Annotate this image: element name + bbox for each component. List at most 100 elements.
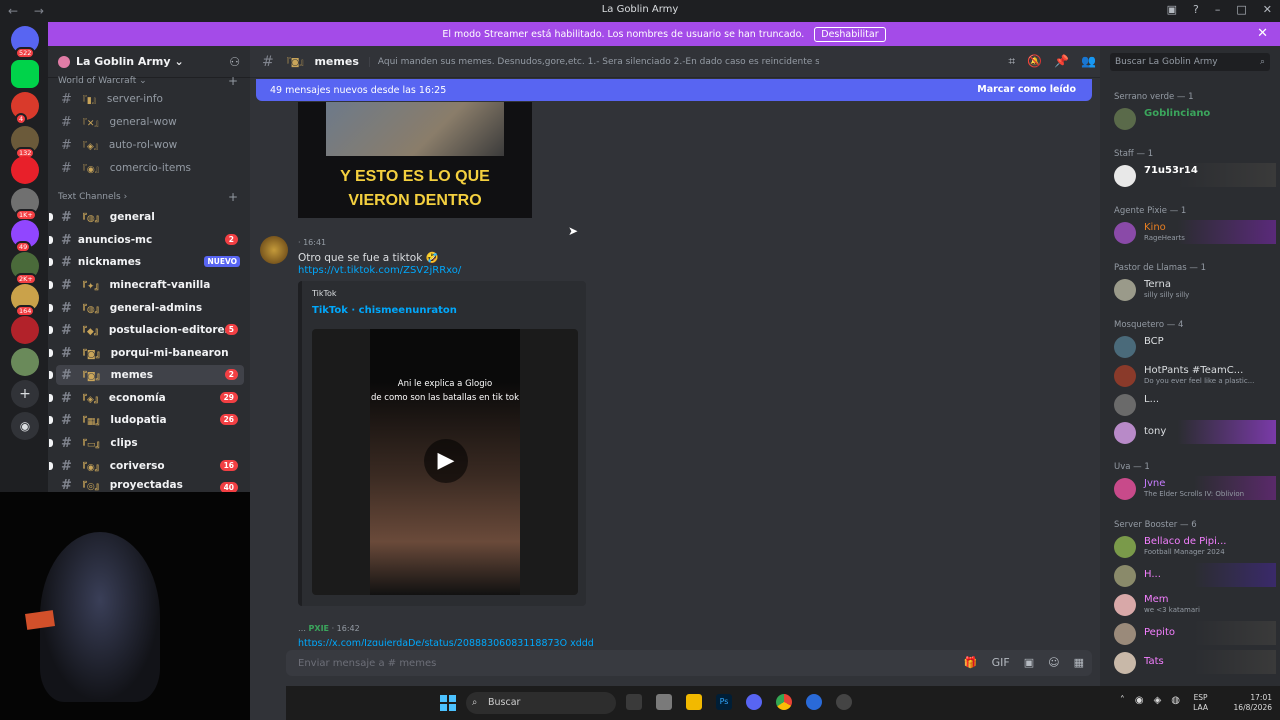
channel-item[interactable]: # 『◈』 auto-rol-wow	[56, 135, 244, 155]
embed-video[interactable]: Ani le explica a Glogio de como son las …	[312, 329, 578, 595]
language-indicator[interactable]: ESP LAA	[1193, 693, 1208, 713]
new-messages-bar[interactable]: 49 mensajes nuevos desde las 16:25 Marca…	[256, 79, 1092, 101]
server-icon[interactable]: 1K+	[11, 188, 39, 221]
tray-app-icon[interactable]: ◉	[1135, 695, 1144, 706]
apps-icon[interactable]: ▦	[1074, 656, 1084, 669]
member-item[interactable]: tony	[1112, 420, 1276, 444]
pin-icon[interactable]: 📌	[1054, 54, 1069, 69]
server-icon[interactable]: 164	[11, 284, 39, 317]
start-button[interactable]	[440, 695, 456, 711]
tray-app-icon[interactable]: ◈	[1154, 695, 1162, 706]
member-item[interactable]: L...	[1112, 392, 1276, 416]
message-link[interactable]: https://vt.tiktok.com/ZSV2jRRxo/	[298, 265, 461, 276]
member-item[interactable]: HotPants #TeamC... Do you ever feel like …	[1112, 363, 1276, 387]
channel-item[interactable]: # 『◍』 general	[49, 207, 244, 227]
chrome-icon[interactable]	[776, 694, 792, 710]
add-channel-icon[interactable]: +	[228, 190, 238, 204]
image-attachment[interactable]: Y ESTO ES LO QUE VIERON DENTRO	[298, 102, 532, 218]
add-channel-icon[interactable]: +	[228, 74, 238, 88]
member-item[interactable]: Goblinciano	[1112, 106, 1276, 130]
channel-item[interactable]: # 『▮』 server-info	[56, 89, 244, 109]
discover-icon[interactable]: ◉	[11, 412, 39, 440]
server-icon[interactable]: 49	[11, 220, 39, 253]
channel-item-active[interactable]: # 『◙』 memes 2	[49, 365, 244, 385]
member-item[interactable]: Kino RageHearts	[1112, 220, 1276, 244]
server-icon[interactable]	[11, 60, 39, 88]
member-item[interactable]: 71u53r14	[1112, 163, 1276, 187]
taskview-icon[interactable]	[626, 694, 642, 710]
channel-item[interactable]: # 『▭』 clips	[49, 433, 244, 453]
server-icon[interactable]	[11, 316, 39, 344]
category-text-channels[interactable]: Text Channels › +	[58, 190, 238, 204]
search-input[interactable]: Buscar La Goblin Army ⌕	[1110, 53, 1270, 71]
server-icon[interactable]: 2K+	[11, 252, 39, 285]
channel-item[interactable]: # 『◉』 comercio-items	[56, 158, 244, 178]
play-icon[interactable]: ▶	[424, 439, 468, 483]
server-icon[interactable]	[11, 156, 39, 184]
add-server-icon[interactable]: +	[11, 380, 39, 408]
channel-item[interactable]: # 『◍』 general-admins	[49, 298, 244, 318]
member-item[interactable]: Mem we <3 katamari	[1112, 592, 1276, 616]
help-icon[interactable]: ?	[1193, 3, 1199, 16]
taskbar-search[interactable]: ⌕ Buscar	[466, 692, 616, 714]
maximize-button[interactable]: □	[1236, 3, 1246, 16]
member-item[interactable]: H...	[1112, 563, 1276, 587]
member-item[interactable]: BCP	[1112, 334, 1276, 358]
member-item[interactable]: Pepito	[1112, 621, 1276, 645]
mouse-cursor: ➤	[568, 224, 579, 238]
file-explorer-icon[interactable]	[686, 694, 702, 710]
channel-item[interactable]: # 『✕』 general-wow	[56, 112, 244, 132]
member-item[interactable]: Terna silly silly silly	[1112, 277, 1276, 301]
tray-app-icon[interactable]: ◍	[1171, 695, 1180, 706]
channel-emoji-icon: 『◙』	[77, 371, 105, 382]
notifications-muted-icon[interactable]: 🔕	[1027, 54, 1042, 69]
member-list-icon[interactable]: 👥	[1081, 54, 1096, 69]
close-icon[interactable]: ✕	[1257, 26, 1268, 41]
chevron-up-icon[interactable]: ˄	[1120, 695, 1125, 706]
server-icon[interactable]: 132	[11, 126, 39, 159]
channel-emoji-icon: 『◉』	[77, 462, 104, 473]
app-icon[interactable]	[836, 694, 852, 710]
message-link[interactable]: https://x.com/IzquierdaDe/status/2088830…	[298, 638, 594, 646]
guild-header[interactable]: La Goblin Army ⌄ ⚇	[48, 46, 250, 78]
channel-item[interactable]: # 『◙』 porqui-mi-banearon	[49, 343, 244, 363]
discord-icon[interactable]	[746, 694, 762, 710]
home-button[interactable]: 522	[11, 26, 39, 59]
app-icon[interactable]	[656, 694, 672, 710]
app-icon[interactable]	[806, 694, 822, 710]
disable-streamer-button[interactable]: Deshabilitar	[814, 26, 886, 42]
gift-icon[interactable]: 🎁	[964, 656, 978, 669]
embed-title[interactable]: TikTok · chismeenunraton	[312, 305, 457, 316]
close-window-button[interactable]: ✕	[1263, 3, 1272, 16]
hash-icon: #	[61, 300, 72, 316]
channel-item[interactable]: # 『▦』 ludopatia 26	[49, 410, 244, 430]
invite-icon[interactable]: ⚇	[229, 55, 240, 69]
member-item[interactable]: Tats	[1112, 650, 1276, 674]
category-wow[interactable]: World of Warcraft ⌄ +	[58, 74, 238, 88]
channel-item[interactable]: # 『◉』 coriverso 16	[49, 456, 244, 476]
channel-topic[interactable]: Aqui manden sus memes. Desnudos,gore,etc…	[368, 56, 819, 67]
mark-as-read-button[interactable]: Marcar como leído	[977, 84, 1076, 95]
server-badge: 4	[15, 113, 28, 125]
server-icon[interactable]	[11, 348, 39, 376]
channel-item[interactable]: # 『◆』 postulacion-editores 5	[49, 320, 244, 340]
member-group-title: Mosquetero — 4	[1114, 320, 1184, 330]
server-icon[interactable]: 4	[11, 92, 39, 125]
message-composer[interactable]: Enviar mensaje a # memes 🎁 GIF ▣ ☺ ▦	[286, 650, 1092, 676]
sticker-icon[interactable]: ▣	[1024, 656, 1034, 669]
channel-item[interactable]: # nicknames NUEVO	[49, 252, 244, 272]
channel-item[interactable]: # 『◎』 proyectadas 40	[56, 478, 244, 492]
gif-icon[interactable]: GIF	[992, 656, 1010, 669]
member-item[interactable]: Jvne The Elder Scrolls IV: Oblivion	[1112, 476, 1276, 500]
avatar[interactable]	[260, 236, 288, 264]
clock[interactable]: 17:01 16/8/2026	[1234, 693, 1272, 713]
minimize-button[interactable]: –	[1215, 3, 1221, 16]
channel-item[interactable]: # 『✦』 minecraft-vanilla	[49, 275, 244, 295]
channel-item[interactable]: # anuncios-mc 2	[49, 230, 244, 250]
channel-item[interactable]: # 『◈』 economía 29	[49, 388, 244, 408]
inbox-icon[interactable]: ▣	[1167, 3, 1177, 16]
member-item[interactable]: Bellaco de Pipi... Football Manager 2024	[1112, 534, 1276, 558]
photoshop-icon[interactable]: Ps	[716, 694, 732, 710]
emoji-icon[interactable]: ☺	[1048, 656, 1059, 669]
threads-icon[interactable]: ⌗	[1008, 54, 1015, 69]
